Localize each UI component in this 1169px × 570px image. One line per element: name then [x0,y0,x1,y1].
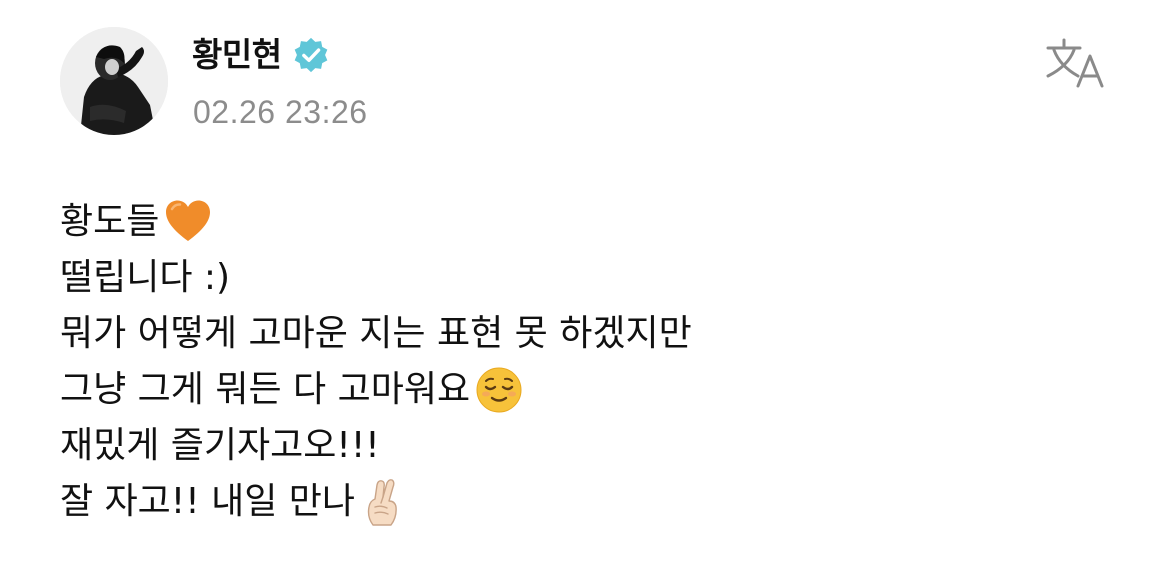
post-body: 황도들 떨립니다 :) 뭐가 어떻게 고마운 지는 표현 못 하겠지만 그냥 그… [60,194,1140,530]
post-line-text: 그냥 그게 뭐든 다 고마워요 [60,369,471,410]
post-line-text: 재밌게 즐기자고오!!! [60,425,380,466]
post-line-5: 재밌게 즐기자고오!!! [60,418,1140,474]
post-line-text: 뭐가 어떻게 고마운 지는 표현 못 하겠지만 [60,313,692,354]
translate-button[interactable] [1044,36,1110,90]
post-timestamp: 02.26 23:26 [193,94,368,130]
post-line-2: 떨립니다 :) [60,250,1140,306]
crossed-fingers-icon [359,477,409,527]
post-line-4: 그냥 그게 뭐든 다 고마워요 [60,362,1140,418]
post-line-text: 황도들 [60,201,160,242]
relieved-face-icon [474,365,524,415]
post-card: 황민현 02.26 23:26 황도들 떨립니다:) 뭐가 어떻게 고마운 지… [0,0,1169,570]
author-row: 황민현 [192,30,330,80]
profile-photo [60,27,168,135]
avatar[interactable] [60,27,168,135]
post-line-text: 떨립니다 :) [60,257,231,298]
translate-icon [1046,38,1104,88]
author-name[interactable]: 황민현 [192,30,282,80]
post-line-text: 잘 자고!! 내일 만나 [60,481,356,522]
orange-heart-icon [163,197,213,247]
post-line-1: 황도들 [60,194,1140,250]
post-line-6: 잘 자고!! 내일 만나 [60,474,1140,530]
verified-badge-icon [292,36,330,74]
post-line-3: 뭐가 어떻게 고마운 지는 표현 못 하겠지만 [60,306,1140,362]
